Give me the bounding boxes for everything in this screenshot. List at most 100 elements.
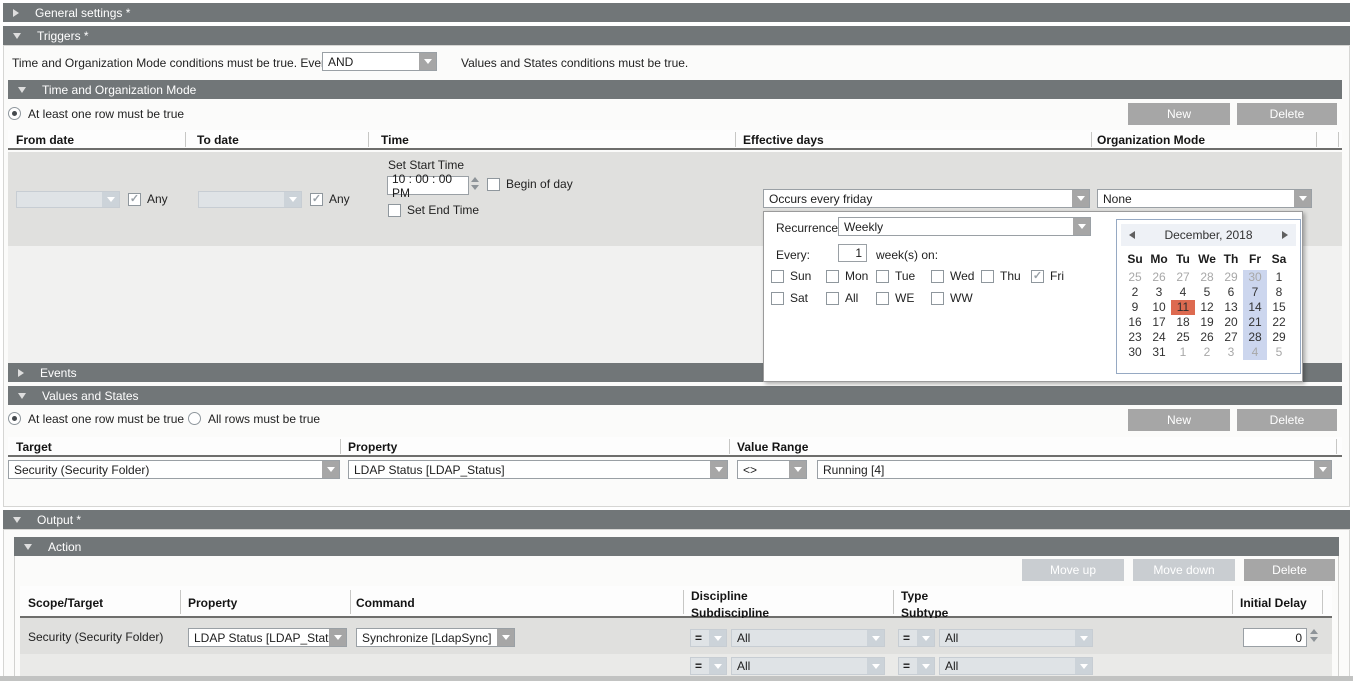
- subdiscipline-operator-dropdown[interactable]: =: [690, 657, 727, 675]
- chevron-down-icon[interactable]: [284, 192, 301, 207]
- chevron-down-icon[interactable]: [917, 630, 934, 646]
- subdiscipline-dropdown[interactable]: All: [731, 657, 885, 675]
- calendar-day[interactable]: 10: [1147, 300, 1171, 315]
- calendar-day[interactable]: 31: [1147, 345, 1171, 360]
- from-date-dropdown[interactable]: [16, 191, 120, 208]
- checkbox-box[interactable]: [128, 193, 141, 206]
- checkbox-box[interactable]: [876, 292, 889, 305]
- chevron-down-icon[interactable]: [1073, 218, 1090, 235]
- section-output[interactable]: Output *: [3, 510, 1350, 529]
- weekday-checkbox-tue[interactable]: Tue: [876, 269, 915, 283]
- spinner-up-icon[interactable]: [1310, 629, 1318, 634]
- chevron-down-icon[interactable]: [1072, 190, 1089, 207]
- chevron-down-icon[interactable]: [789, 461, 806, 478]
- set-end-time-checkbox[interactable]: Set End Time: [388, 203, 479, 217]
- checkbox-box[interactable]: [981, 270, 994, 283]
- calendar-day[interactable]: 14: [1243, 300, 1267, 315]
- weekday-checkbox-mon[interactable]: Mon: [826, 269, 868, 283]
- chevron-down-icon[interactable]: [867, 658, 884, 674]
- delete-button[interactable]: Delete: [1244, 559, 1335, 581]
- value-operator-dropdown[interactable]: <>: [737, 460, 807, 479]
- calendar-day[interactable]: 28: [1243, 330, 1267, 345]
- weekday-checkbox-we[interactable]: WE: [876, 291, 914, 305]
- checkbox-box[interactable]: [771, 292, 784, 305]
- weekday-checkbox-all[interactable]: All: [826, 291, 858, 305]
- chevron-down-icon[interactable]: [709, 658, 726, 674]
- section-general-settings[interactable]: General settings *: [3, 3, 1350, 22]
- new-button[interactable]: New: [1128, 409, 1230, 431]
- time-spinner[interactable]: [471, 177, 479, 190]
- checkbox-box[interactable]: [771, 270, 784, 283]
- calendar-day[interactable]: 1: [1171, 345, 1195, 360]
- move-up-button[interactable]: Move up: [1022, 559, 1124, 581]
- calendar-day[interactable]: 3: [1147, 285, 1171, 300]
- weekday-checkbox-ww[interactable]: WW: [931, 291, 973, 305]
- calendar-day[interactable]: 16: [1123, 315, 1147, 330]
- collapse-down-icon[interactable]: [18, 87, 26, 93]
- collapse-down-icon[interactable]: [18, 393, 26, 399]
- calendar-day[interactable]: 18: [1171, 315, 1195, 330]
- subtype-operator-dropdown[interactable]: =: [898, 657, 935, 675]
- delete-button[interactable]: Delete: [1237, 103, 1337, 125]
- target-dropdown[interactable]: Security (Security Folder): [8, 460, 340, 479]
- checkbox-box[interactable]: [388, 204, 401, 217]
- radio-at-least-one-row[interactable]: [8, 412, 21, 425]
- chevron-down-icon[interactable]: [917, 658, 934, 674]
- calendar-prev-icon[interactable]: [1129, 231, 1135, 239]
- weekday-checkbox-fri[interactable]: Fri: [1031, 269, 1064, 283]
- chevron-down-icon[interactable]: [497, 629, 514, 646]
- chevron-down-icon[interactable]: [329, 629, 346, 646]
- calendar-day[interactable]: 30: [1123, 345, 1147, 360]
- calendar-day[interactable]: 27: [1219, 330, 1243, 345]
- initial-delay-input[interactable]: 0: [1243, 628, 1307, 647]
- section-triggers[interactable]: Triggers *: [3, 26, 1350, 45]
- calendar-day[interactable]: 30: [1243, 270, 1267, 285]
- calendar-day[interactable]: 25: [1171, 330, 1195, 345]
- calendar-day[interactable]: 19: [1195, 315, 1219, 330]
- calendar-day[interactable]: 4: [1243, 345, 1267, 360]
- calendar-day[interactable]: 4: [1171, 285, 1195, 300]
- calendar-day[interactable]: 29: [1267, 330, 1291, 345]
- initial-delay-spinner[interactable]: [1310, 629, 1318, 642]
- section-action[interactable]: Action: [14, 537, 1339, 556]
- radio-all-rows[interactable]: [188, 412, 201, 425]
- collapse-down-icon[interactable]: [24, 544, 32, 550]
- calendar-day[interactable]: 23: [1123, 330, 1147, 345]
- begin-of-day-checkbox[interactable]: Begin of day: [487, 177, 573, 191]
- calendar-day[interactable]: 26: [1147, 270, 1171, 285]
- calendar-day[interactable]: 20: [1219, 315, 1243, 330]
- calendar-day[interactable]: 9: [1123, 300, 1147, 315]
- action-command-dropdown[interactable]: Synchronize [LdapSync]: [356, 628, 515, 647]
- subtype-dropdown[interactable]: All: [939, 657, 1093, 675]
- discipline-operator-dropdown[interactable]: =: [690, 629, 727, 647]
- checkbox-box[interactable]: [310, 193, 323, 206]
- to-date-dropdown[interactable]: [198, 191, 302, 208]
- calendar-day[interactable]: 5: [1267, 345, 1291, 360]
- every-input[interactable]: 1: [838, 244, 867, 262]
- chevron-down-icon[interactable]: [102, 192, 119, 207]
- calendar-day[interactable]: 7: [1243, 285, 1267, 300]
- org-mode-dropdown[interactable]: None: [1097, 189, 1312, 208]
- to-date-any-checkbox[interactable]: Any: [310, 192, 350, 206]
- calendar-day[interactable]: 1: [1267, 270, 1291, 285]
- weekday-checkbox-sat[interactable]: Sat: [771, 291, 808, 305]
- chevron-down-icon[interactable]: [1075, 630, 1092, 646]
- calendar-day[interactable]: 8: [1267, 285, 1291, 300]
- delete-button[interactable]: Delete: [1237, 409, 1337, 431]
- calendar-day[interactable]: 29: [1219, 270, 1243, 285]
- expand-right-icon[interactable]: [18, 369, 24, 377]
- calendar-day[interactable]: 13: [1219, 300, 1243, 315]
- chevron-down-icon[interactable]: [322, 461, 339, 478]
- calendar-day[interactable]: 28: [1195, 270, 1219, 285]
- effective-days-dropdown[interactable]: Occurs every friday: [763, 189, 1090, 208]
- checkbox-box[interactable]: [876, 270, 889, 283]
- checkbox-box[interactable]: [826, 270, 839, 283]
- calendar-day[interactable]: 21: [1243, 315, 1267, 330]
- weekday-checkbox-wed[interactable]: Wed: [931, 269, 974, 283]
- chevron-down-icon[interactable]: [709, 630, 726, 646]
- new-button[interactable]: New: [1128, 103, 1230, 125]
- calendar-day-today[interactable]: 11: [1171, 300, 1195, 315]
- radio-at-least-one-row[interactable]: [8, 107, 21, 120]
- calendar-day[interactable]: 6: [1219, 285, 1243, 300]
- spinner-down-icon[interactable]: [471, 185, 479, 190]
